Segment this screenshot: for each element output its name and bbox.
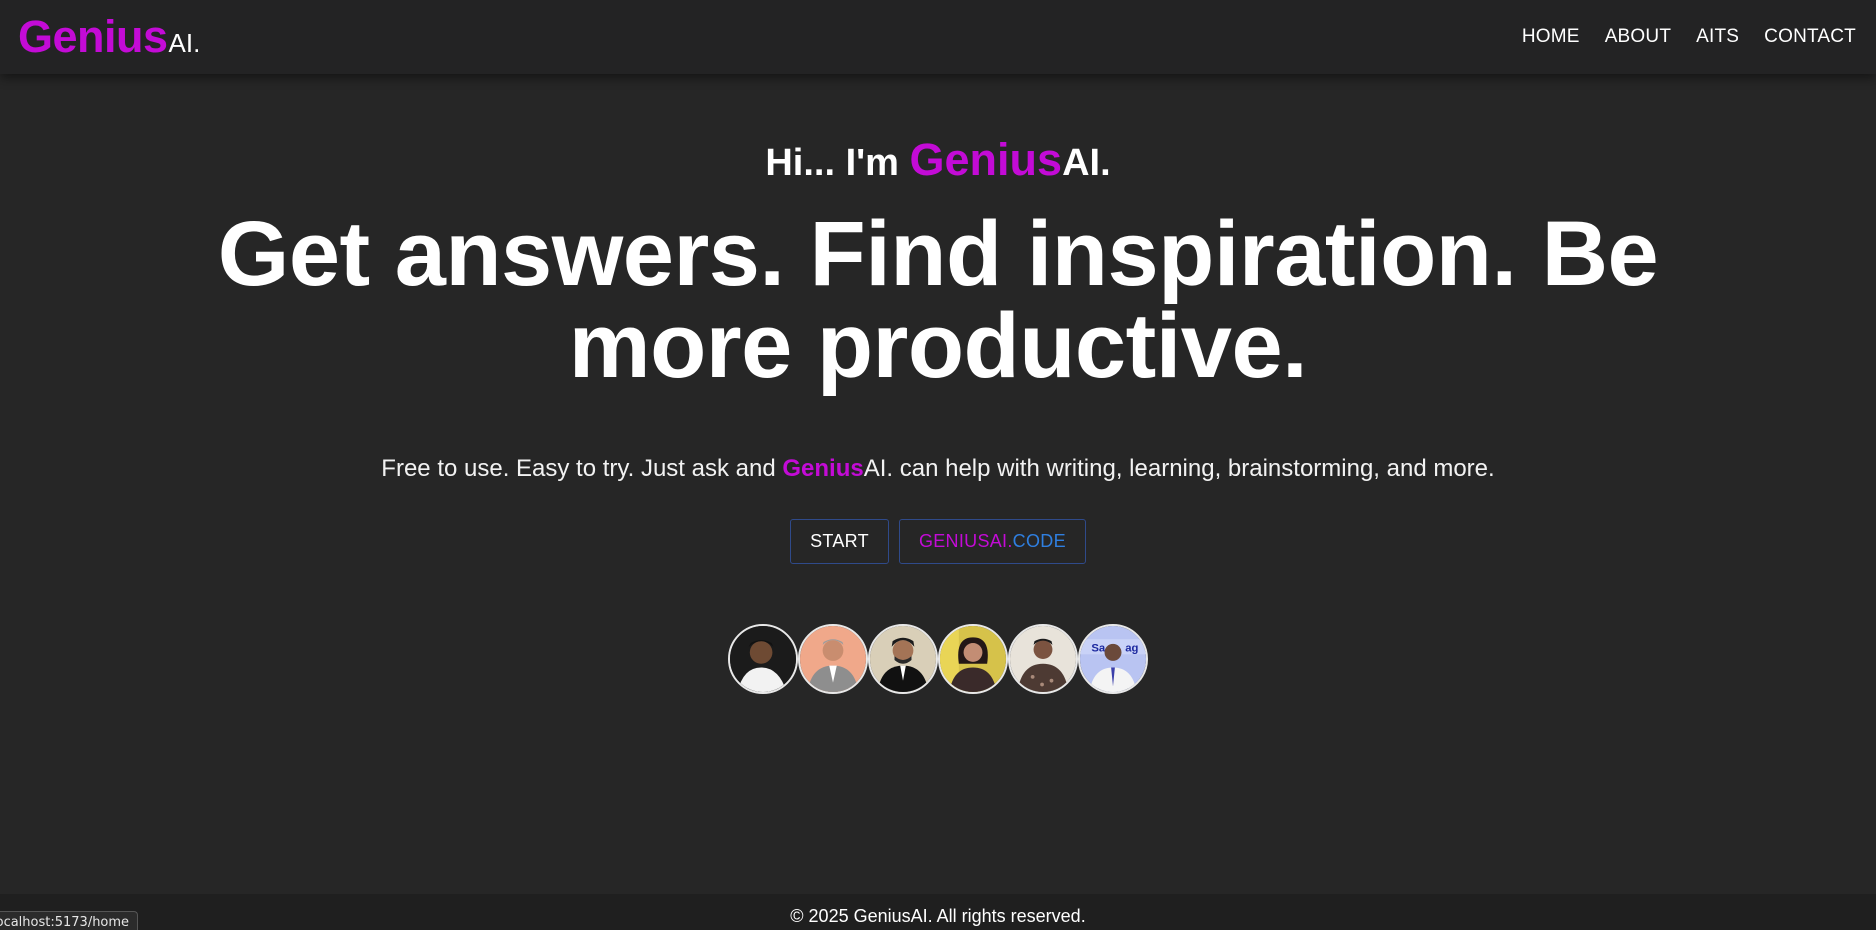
navbar: Genius AI. HOME ABOUT AITS CONTACT: [0, 0, 1876, 74]
avatar[interactable]: Sa ag: [1078, 624, 1148, 694]
greeting: Hi... I'm GeniusAI.: [0, 134, 1876, 186]
person-photo-icon: [730, 626, 796, 692]
cta-buttons: START GENIUSAI. CODE: [0, 519, 1876, 564]
logo-main: Genius: [18, 11, 168, 62]
status-bar-url: localhost:5173/home: [0, 911, 139, 930]
avatar[interactable]: [728, 624, 798, 694]
person-photo-icon: [940, 626, 1006, 692]
tagline-prefix: Free to use. Easy to try. Just ask and: [381, 455, 783, 482]
tagline-suffix: AI. can help with writing, learning, bra…: [863, 455, 1495, 482]
code-label-a: GENIUSAI.: [918, 531, 1013, 551]
geniusai-code-button[interactable]: GENIUSAI. CODE: [898, 519, 1086, 564]
footer: © 2025 GeniusAI. All rights reserved.: [0, 894, 1876, 930]
greeting-suffix: AI.: [1062, 142, 1111, 184]
logo-suffix: AI.: [168, 28, 201, 58]
person-photo-icon: [870, 626, 936, 692]
greeting-prefix: Hi... I'm: [765, 142, 910, 184]
person-photo-icon: [1010, 626, 1076, 692]
nav-home-link[interactable]: HOME: [1522, 26, 1580, 48]
tagline: Free to use. Easy to try. Just ask and G…: [0, 455, 1876, 483]
nav-contact-link[interactable]: CONTACT: [1764, 26, 1856, 48]
svg-text:ag: ag: [1125, 642, 1138, 654]
tagline-brand: Genius: [782, 455, 864, 482]
headline: Get answers. Find inspiration. Be more p…: [217, 203, 1659, 397]
nav-about-link[interactable]: ABOUT: [1605, 26, 1671, 48]
greeting-brand: Genius: [909, 134, 1063, 185]
avatar[interactable]: [798, 624, 868, 694]
code-label-b: CODE: [1012, 531, 1066, 551]
nav-aits-link[interactable]: AITS: [1696, 26, 1739, 48]
person-photo-icon: [800, 626, 866, 692]
avatar[interactable]: [938, 624, 1008, 694]
copyright-text: © 2025 GeniusAI. All rights reserved.: [790, 906, 1086, 926]
team-avatars: Sa ag: [0, 624, 1876, 694]
person-photo-icon: Sa ag: [1080, 626, 1146, 692]
svg-text:Sa: Sa: [1091, 642, 1106, 654]
nav-links: HOME ABOUT AITS CONTACT: [1497, 26, 1856, 48]
start-button[interactable]: START: [790, 519, 889, 564]
avatar[interactable]: [868, 624, 938, 694]
avatar[interactable]: [1008, 624, 1078, 694]
logo[interactable]: Genius AI.: [18, 11, 200, 63]
